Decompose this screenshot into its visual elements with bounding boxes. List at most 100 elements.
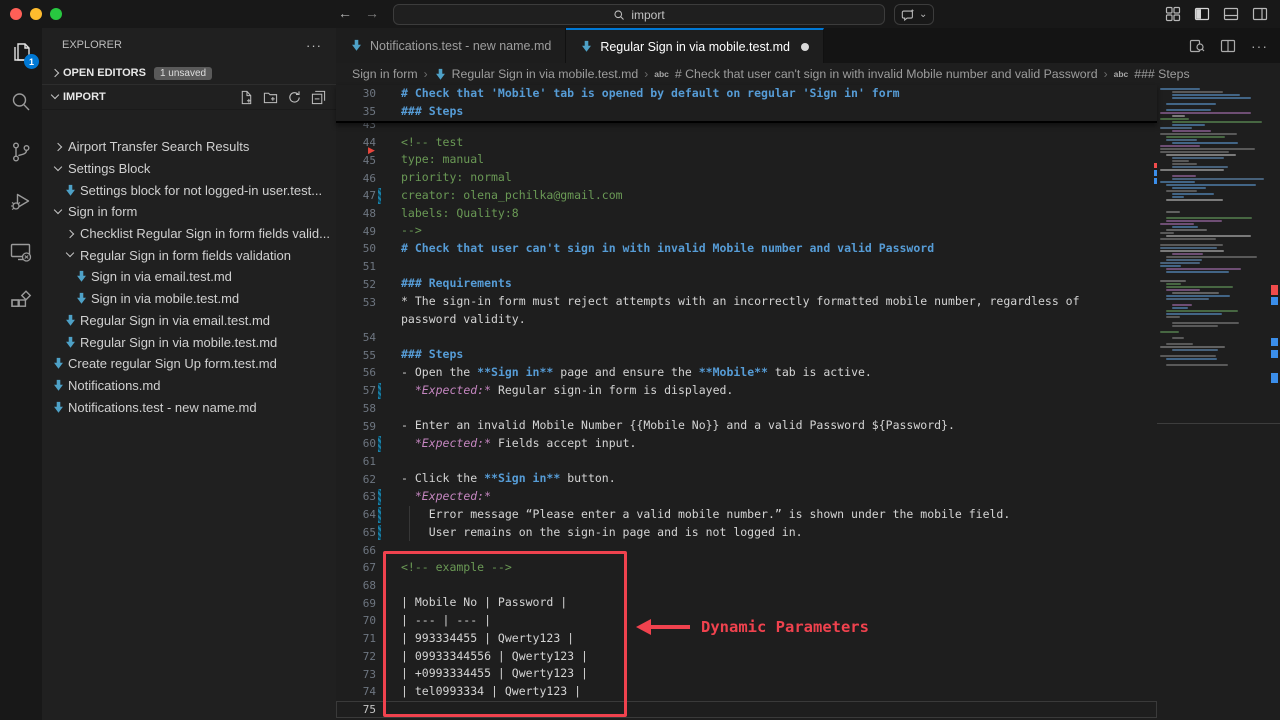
- code-line[interactable]: 62- Click the **Sign in** button.: [336, 470, 1157, 488]
- tree-item[interactable]: Regular Sign in via email.test.md: [42, 310, 336, 332]
- toggle-panel-icon[interactable]: [1223, 6, 1239, 22]
- refresh-icon[interactable]: [287, 90, 302, 105]
- collapse-all-icon[interactable]: [311, 90, 326, 105]
- tree-item[interactable]: Notifications.test - new name.md: [42, 396, 336, 418]
- code-line[interactable]: 49-->: [336, 222, 1157, 240]
- markdown-icon: [50, 399, 66, 415]
- code-line[interactable]: 55### Steps: [336, 346, 1157, 364]
- code-line[interactable]: 51: [336, 258, 1157, 276]
- code-text: *Expected:* Regular sign-in form is disp…: [401, 382, 733, 400]
- breadcrumb-item[interactable]: Regular Sign in via mobile.test.md: [452, 67, 639, 81]
- tree-item-label: Regular Sign in via mobile.test.md: [80, 335, 277, 350]
- tree-item[interactable]: Notifications.md: [42, 375, 336, 397]
- tree-item[interactable]: Settings block for not logged-in user.te…: [42, 179, 336, 201]
- tree-item[interactable]: Regular Sign in via mobile.test.md: [42, 331, 336, 353]
- code-line[interactable]: 56- Open the **Sign in** page and ensure…: [336, 364, 1157, 382]
- open-editors-section[interactable]: OPEN EDITORS 1 unsaved: [42, 62, 336, 84]
- tree-item[interactable]: Airport Transfer Search Results: [42, 136, 336, 158]
- breakpoint-arrow-icon[interactable]: ▶: [368, 145, 375, 156]
- close-window-button[interactable]: [10, 8, 22, 20]
- new-file-icon[interactable]: [239, 90, 254, 105]
- line-number: 61: [336, 455, 376, 468]
- minimap-line: [1172, 91, 1223, 93]
- code-line[interactable]: 46priority: normal: [336, 169, 1157, 187]
- remote-explorer-icon[interactable]: [9, 240, 33, 264]
- code-line[interactable]: 50# Check that user can't sign in with i…: [336, 240, 1157, 258]
- toggle-secondary-sidebar-icon[interactable]: [1252, 6, 1268, 22]
- import-section-header[interactable]: IMPORT: [42, 84, 336, 110]
- code-line[interactable]: 63 *Expected:*: [336, 488, 1157, 506]
- minimap-line: [1160, 127, 1192, 129]
- code-line[interactable]: 52### Requirements: [336, 275, 1157, 293]
- code-line[interactable]: 59- Enter an invalid Mobile Number {{Mob…: [336, 417, 1157, 435]
- tree-item[interactable]: Regular Sign in form fields validation: [42, 244, 336, 266]
- indent-guide: [409, 506, 410, 524]
- tree-item[interactable]: Sign in form: [42, 201, 336, 223]
- maximize-window-button[interactable]: [50, 8, 62, 20]
- breadcrumb-separator: ›: [644, 67, 648, 81]
- search-view-icon[interactable]: [9, 90, 33, 114]
- code-line[interactable]: 48labels: Quality:8: [336, 205, 1157, 223]
- line-number: 72: [336, 650, 376, 663]
- code-line[interactable]: 44<!-- test: [336, 134, 1157, 152]
- nav-forward-button[interactable]: →: [365, 5, 379, 21]
- code-line[interactable]: 45▶type: manual: [336, 151, 1157, 169]
- code-line[interactable]: 54: [336, 329, 1157, 347]
- tab-regular-sign-in-via-mobile[interactable]: Regular Sign in via mobile.test.md: [566, 28, 824, 63]
- explorer-icon[interactable]: 1: [9, 40, 33, 64]
- tree-item[interactable]: Checklist Regular Sign in form fields va…: [42, 223, 336, 245]
- tab-notifications-test[interactable]: Notifications.test - new name.md: [336, 28, 566, 63]
- code-line[interactable]: password validity.: [336, 311, 1157, 329]
- run-debug-icon[interactable]: [9, 190, 33, 214]
- extensions-icon[interactable]: [9, 290, 33, 314]
- open-preview-icon[interactable]: [1189, 38, 1205, 54]
- minimap-line: [1166, 139, 1197, 141]
- source-control-icon[interactable]: [9, 140, 33, 164]
- tree-item[interactable]: Sign in via email.test.md: [42, 266, 336, 288]
- split-editor-icon[interactable]: [1220, 38, 1236, 54]
- copilot-menu-button[interactable]: ⌄: [894, 4, 934, 25]
- minimize-window-button[interactable]: [30, 8, 42, 20]
- breadcrumb-item[interactable]: # Check that user can't sign in with inv…: [675, 67, 1098, 81]
- markdown-icon: [62, 312, 78, 328]
- code-line[interactable]: 30# Check that 'Mobile' tab is opened by…: [336, 85, 1157, 103]
- code-line[interactable]: 61: [336, 453, 1157, 471]
- code-line[interactable]: 47creator: olena_pchilka@gmail.com: [336, 187, 1157, 205]
- code-line[interactable]: 53* The sign-in form must reject attempt…: [336, 293, 1157, 311]
- tab-label: Notifications.test - new name.md: [370, 39, 551, 53]
- minimap-line: [1172, 349, 1218, 351]
- scrollbar-slider-edge[interactable]: [1157, 423, 1280, 424]
- minimap-line: [1172, 193, 1214, 195]
- code-line[interactable]: 65 User remains on the sign-in page and …: [336, 524, 1157, 542]
- minimap-line: [1172, 337, 1184, 339]
- customize-layout-icon[interactable]: [1165, 6, 1181, 22]
- toggle-primary-sidebar-icon[interactable]: [1194, 6, 1210, 22]
- gutter-decorations: [376, 488, 388, 506]
- code-line[interactable]: 64 Error message “Please enter a valid m…: [336, 506, 1157, 524]
- code-line[interactable]: 57 *Expected:* Regular sign-in form is d…: [336, 382, 1157, 400]
- nav-back-button[interactable]: ←: [338, 5, 352, 21]
- annotation-box: [383, 551, 627, 717]
- code-line[interactable]: 35### Steps: [336, 103, 1157, 121]
- file-tree: Airport Transfer Search ResultsSettings …: [42, 136, 336, 418]
- more-actions-icon[interactable]: ···: [1251, 38, 1268, 54]
- minimap-line: [1160, 244, 1223, 246]
- tree-item-label: Notifications.test - new name.md: [68, 400, 257, 415]
- unsaved-dot-icon[interactable]: [801, 43, 809, 51]
- markdown-icon: [62, 182, 78, 198]
- command-center-search[interactable]: import: [393, 4, 885, 25]
- tree-item[interactable]: Sign in via mobile.test.md: [42, 288, 336, 310]
- code-line[interactable]: 60 *Expected:* Fields accept input.: [336, 435, 1157, 453]
- minimap[interactable]: [1157, 85, 1267, 368]
- tree-item[interactable]: Settings Block: [42, 158, 336, 180]
- window-controls[interactable]: [10, 8, 62, 20]
- explorer-more-actions-button[interactable]: ···: [306, 38, 322, 53]
- tree-item[interactable]: Create regular Sign Up form.test.md: [42, 353, 336, 375]
- breadcrumb-item[interactable]: Sign in form: [352, 67, 418, 81]
- breadcrumb-item[interactable]: ### Steps: [1134, 67, 1189, 81]
- overview-ruler-marker: [1271, 338, 1278, 346]
- sticky-scroll[interactable]: 30# Check that 'Mobile' tab is opened by…: [336, 85, 1157, 123]
- code-line[interactable]: 58: [336, 400, 1157, 418]
- unsaved-badge: 1 unsaved: [154, 67, 212, 80]
- new-folder-icon[interactable]: [263, 90, 278, 105]
